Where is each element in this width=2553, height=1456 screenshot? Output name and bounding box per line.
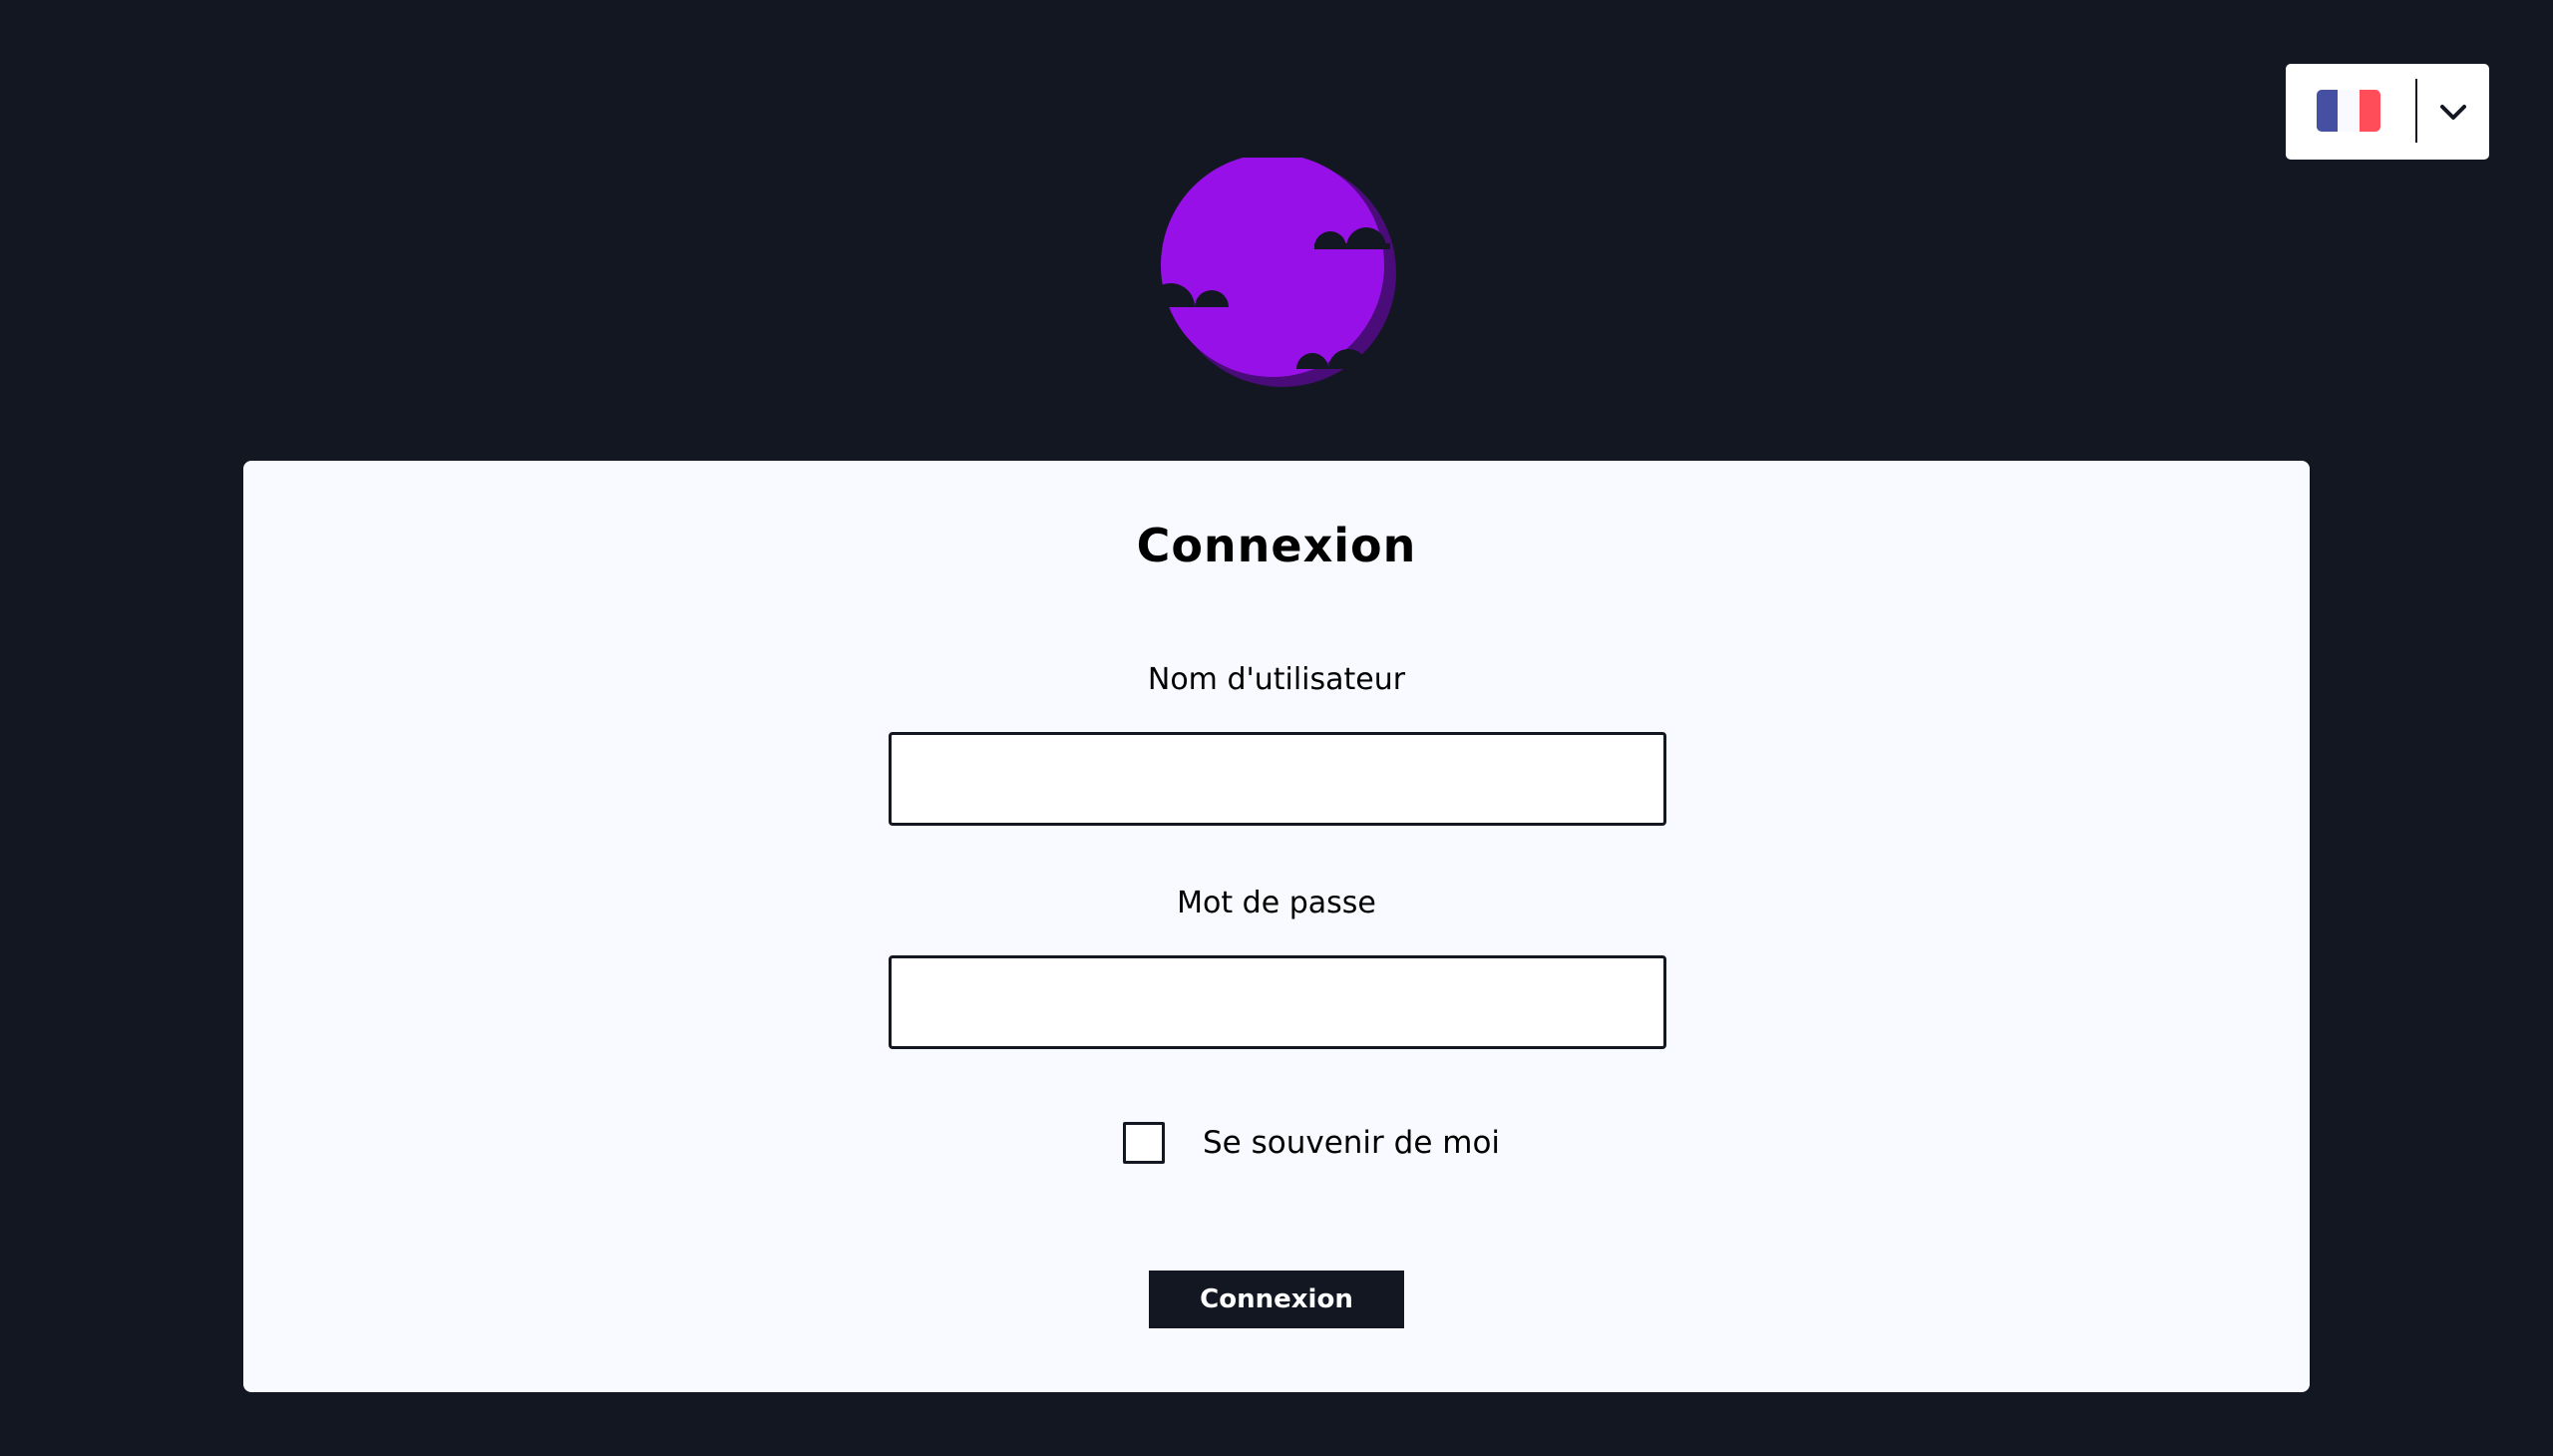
moon-logo: [1147, 158, 1396, 387]
chevron-down-icon[interactable]: [2433, 92, 2473, 132]
login-card: Connexion Nom d'utilisateur Mot de passe…: [243, 461, 2310, 1392]
remember-me-checkbox[interactable]: [1123, 1122, 1165, 1164]
password-label: Mot de passe: [1177, 886, 1376, 920]
password-input[interactable]: [889, 955, 1666, 1049]
page-title: Connexion: [1136, 519, 1417, 572]
language-switcher-divider: [2415, 79, 2417, 143]
remember-me-label: Se souvenir de moi: [1203, 1125, 1501, 1161]
language-switcher[interactable]: [2286, 64, 2489, 160]
username-label: Nom d'utilisateur: [1147, 662, 1406, 697]
remember-me-row: Se souvenir de moi: [1101, 1119, 1500, 1167]
username-input[interactable]: [889, 732, 1666, 826]
login-button[interactable]: Connexion: [1149, 1271, 1404, 1328]
france-flag-icon: [2317, 90, 2380, 132]
